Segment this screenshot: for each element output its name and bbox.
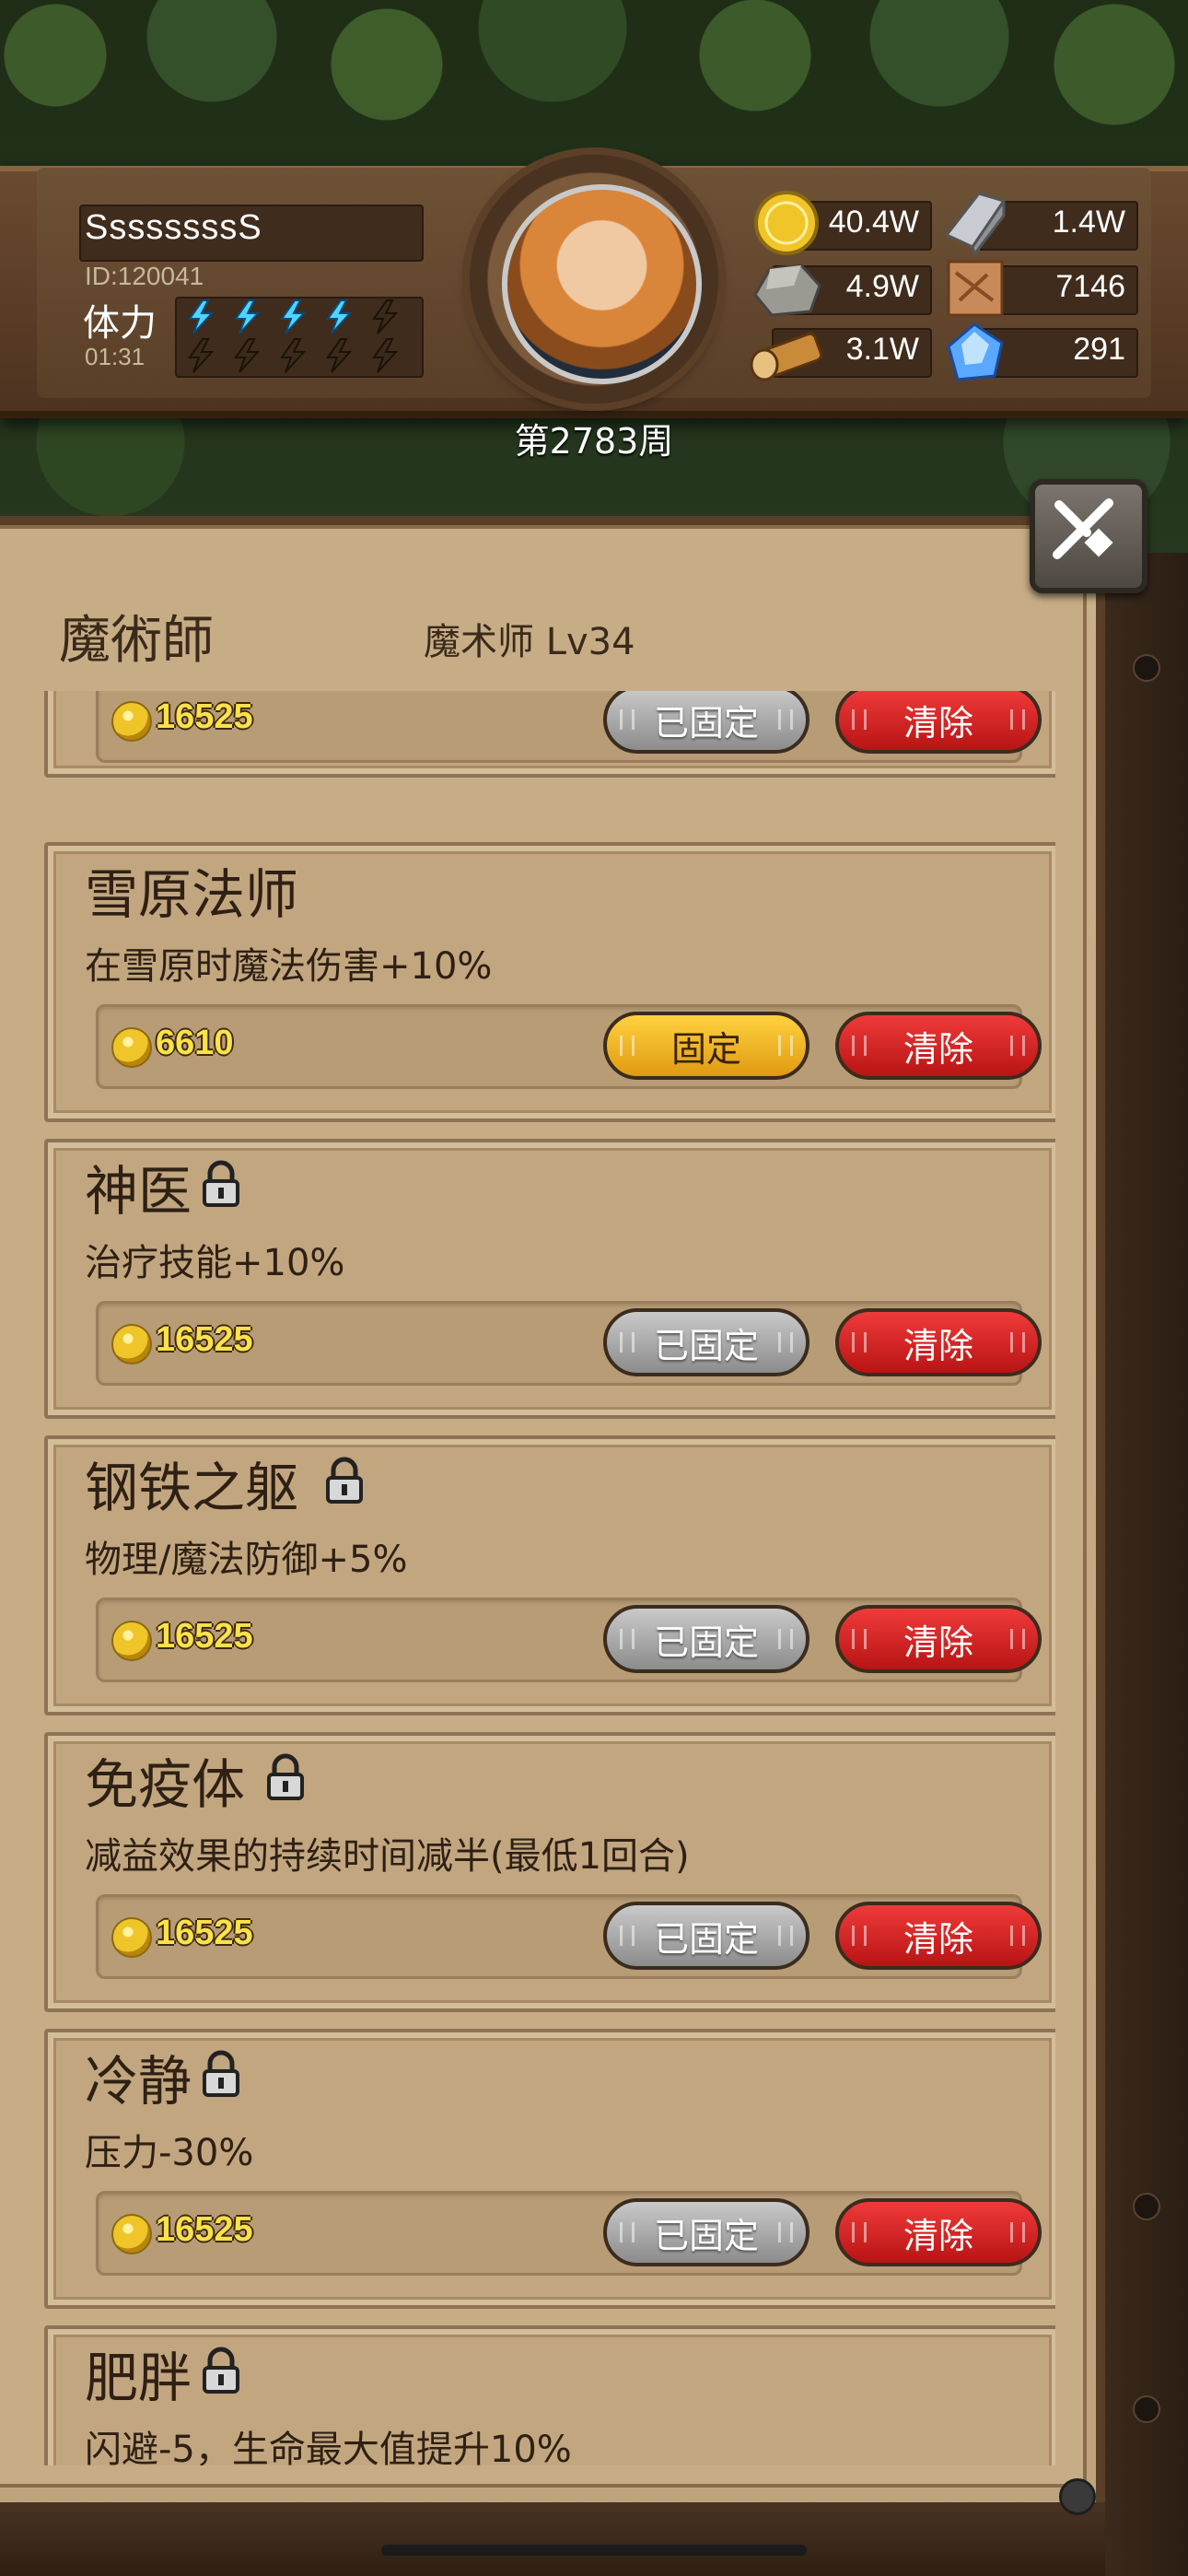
- trait-name: 冷静: [85, 2050, 192, 2113]
- stamina-bolt-full: [234, 299, 261, 334]
- player-id: ID:120041: [85, 262, 204, 290]
- clear-button[interactable]: 清除: [835, 1902, 1042, 1970]
- fixed-button[interactable]: 已固定: [603, 691, 809, 754]
- trait-name: 免疫体: [85, 1753, 246, 1816]
- cost-row: 16525 已固定 清除: [96, 2191, 1042, 2276]
- trait-card: 免疫体 减益效果的持续时间减半(最低1回合) 16525 已固定 清除: [44, 1732, 1055, 2012]
- lock-icon: [203, 2050, 239, 2097]
- bolt-icon: [1133, 2193, 1160, 2220]
- avatar[interactable]: [502, 184, 702, 384]
- home-indicator[interactable]: [381, 2545, 807, 2556]
- trait-name: 神医: [85, 1160, 192, 1223]
- panel-title: 魔術師: [59, 611, 214, 671]
- resource-wood-value: 3.1W: [845, 332, 919, 367]
- clear-button[interactable]: 清除: [835, 1012, 1042, 1080]
- resource-stone-value: 4.9W: [845, 269, 919, 304]
- stamina-bolt-empty: [188, 338, 215, 373]
- lock-icon: [326, 1457, 363, 1504]
- stamina-bolt-full: [326, 299, 353, 334]
- stamina-bolt-empty: [234, 338, 261, 373]
- stamina-bolt-empty: [326, 338, 353, 373]
- trait-card: 16525 已固定 清除: [44, 691, 1055, 778]
- iron-ingot-icon: [944, 192, 1007, 258]
- stamina-bolt-empty: [372, 338, 399, 373]
- cost-row: 6610 固定 清除: [96, 1004, 1042, 1089]
- trait-cost: 16525: [156, 1914, 253, 1952]
- player-name: SsssssssS: [85, 208, 262, 247]
- fixed-button[interactable]: 已固定: [603, 1308, 809, 1376]
- clear-button[interactable]: 清除: [835, 1605, 1042, 1673]
- bolt-icon: [1133, 654, 1160, 682]
- gold-coin-icon: [111, 1917, 152, 1958]
- trait-cost: 16525: [156, 1617, 253, 1656]
- bolt-icon: [1133, 2395, 1160, 2423]
- resource-crystal-value: 291: [1073, 332, 1125, 367]
- close-button[interactable]: [1030, 479, 1147, 593]
- clear-button[interactable]: 清除: [835, 2198, 1042, 2266]
- resource-iron-value: 1.4W: [1052, 205, 1125, 240]
- resource-leather-value: 7146: [1055, 269, 1125, 304]
- fixed-button[interactable]: 已固定: [603, 2198, 809, 2266]
- trait-cost: 6610: [156, 1024, 234, 1062]
- clear-button[interactable]: 清除: [835, 691, 1042, 754]
- gold-coin-icon: [111, 1621, 152, 1661]
- trait-desc: 物理/魔法防御+5%: [85, 1539, 408, 1581]
- trait-name: 肥胖: [85, 2347, 192, 2409]
- stamina-bolt-full: [188, 299, 215, 334]
- cost-row: 16525 已固定 清除: [96, 1598, 1042, 1682]
- close-icon: [1053, 498, 1113, 559]
- clear-button[interactable]: 清除: [835, 1308, 1042, 1376]
- stamina-bolt-empty: [372, 299, 399, 334]
- trait-cost: 16525: [156, 1320, 253, 1359]
- trait-cost: 16525: [156, 2210, 253, 2249]
- stamina-bolt-full: [280, 299, 307, 334]
- fix-button[interactable]: 固定: [603, 1012, 809, 1080]
- stamina-bolt-empty: [280, 338, 307, 373]
- stamina-timer: 01:31: [85, 343, 146, 370]
- trait-desc: 减益效果的持续时间减半(最低1回合): [85, 1835, 690, 1878]
- cost-row: 16525 已固定 清除: [96, 1301, 1042, 1386]
- trait-desc: 在雪原时魔法伤害+10%: [85, 945, 493, 988]
- right-frame: [1105, 553, 1188, 2576]
- week-counter: 第2783周: [514, 421, 674, 462]
- resource-gold-value: 40.4W: [828, 205, 919, 240]
- cost-row: 16525 已固定 清除: [96, 1894, 1042, 1979]
- trait-card: 神医 治疗技能+10% 16525 已固定 清除: [44, 1139, 1055, 1419]
- lock-icon: [267, 1753, 304, 1800]
- lock-icon: [203, 2347, 239, 2394]
- trait-desc: 压力-30%: [85, 2132, 254, 2174]
- leather-scroll-icon: [947, 260, 1004, 317]
- stamina-bar[interactable]: [175, 297, 424, 378]
- trait-desc: 治疗技能+10%: [85, 1242, 345, 1284]
- gold-coin-icon: [111, 2214, 152, 2254]
- trait-cost: 16525: [156, 697, 253, 736]
- panel-subtitle: 魔术师 Lv34: [424, 621, 635, 663]
- trait-list[interactable]: 16525 已固定 清除 雪原法师 在雪原时魔法伤害+10% 6610 固定 清…: [20, 691, 1055, 2465]
- trait-card: 雪原法师 在雪原时魔法伤害+10% 6610 固定 清除: [44, 842, 1055, 1122]
- trait-name: 钢铁之躯: [85, 1457, 299, 1519]
- trait-card: 钢铁之躯 物理/魔法防御+5% 16525 已固定 清除: [44, 1435, 1055, 1715]
- fixed-button[interactable]: 已固定: [603, 1902, 809, 1970]
- cost-row: 16525 已固定 清除: [96, 691, 1042, 763]
- gold-coin-icon: [111, 1324, 152, 1364]
- fixed-button[interactable]: 已固定: [603, 1605, 809, 1673]
- trait-desc: 闪避-5，生命最大值提升10%: [85, 2429, 572, 2465]
- blue-crystal-icon: [947, 322, 1004, 381]
- stamina-bolts: [188, 299, 399, 373]
- gold-coin-icon: [111, 701, 152, 742]
- trait-card: 冷静 压力-30% 16525 已固定 清除: [44, 2029, 1055, 2309]
- stamina-label: 体力: [83, 302, 157, 345]
- lock-icon: [203, 1160, 239, 1207]
- panel-bottom-edge: [0, 2502, 1105, 2576]
- corner-rivet-icon: [1059, 2478, 1096, 2515]
- gold-coin-icon: [111, 1027, 152, 1068]
- trait-card: 肥胖 闪避-5，生命最大值提升10%: [44, 2325, 1055, 2465]
- trait-name: 雪原法师: [85, 863, 299, 926]
